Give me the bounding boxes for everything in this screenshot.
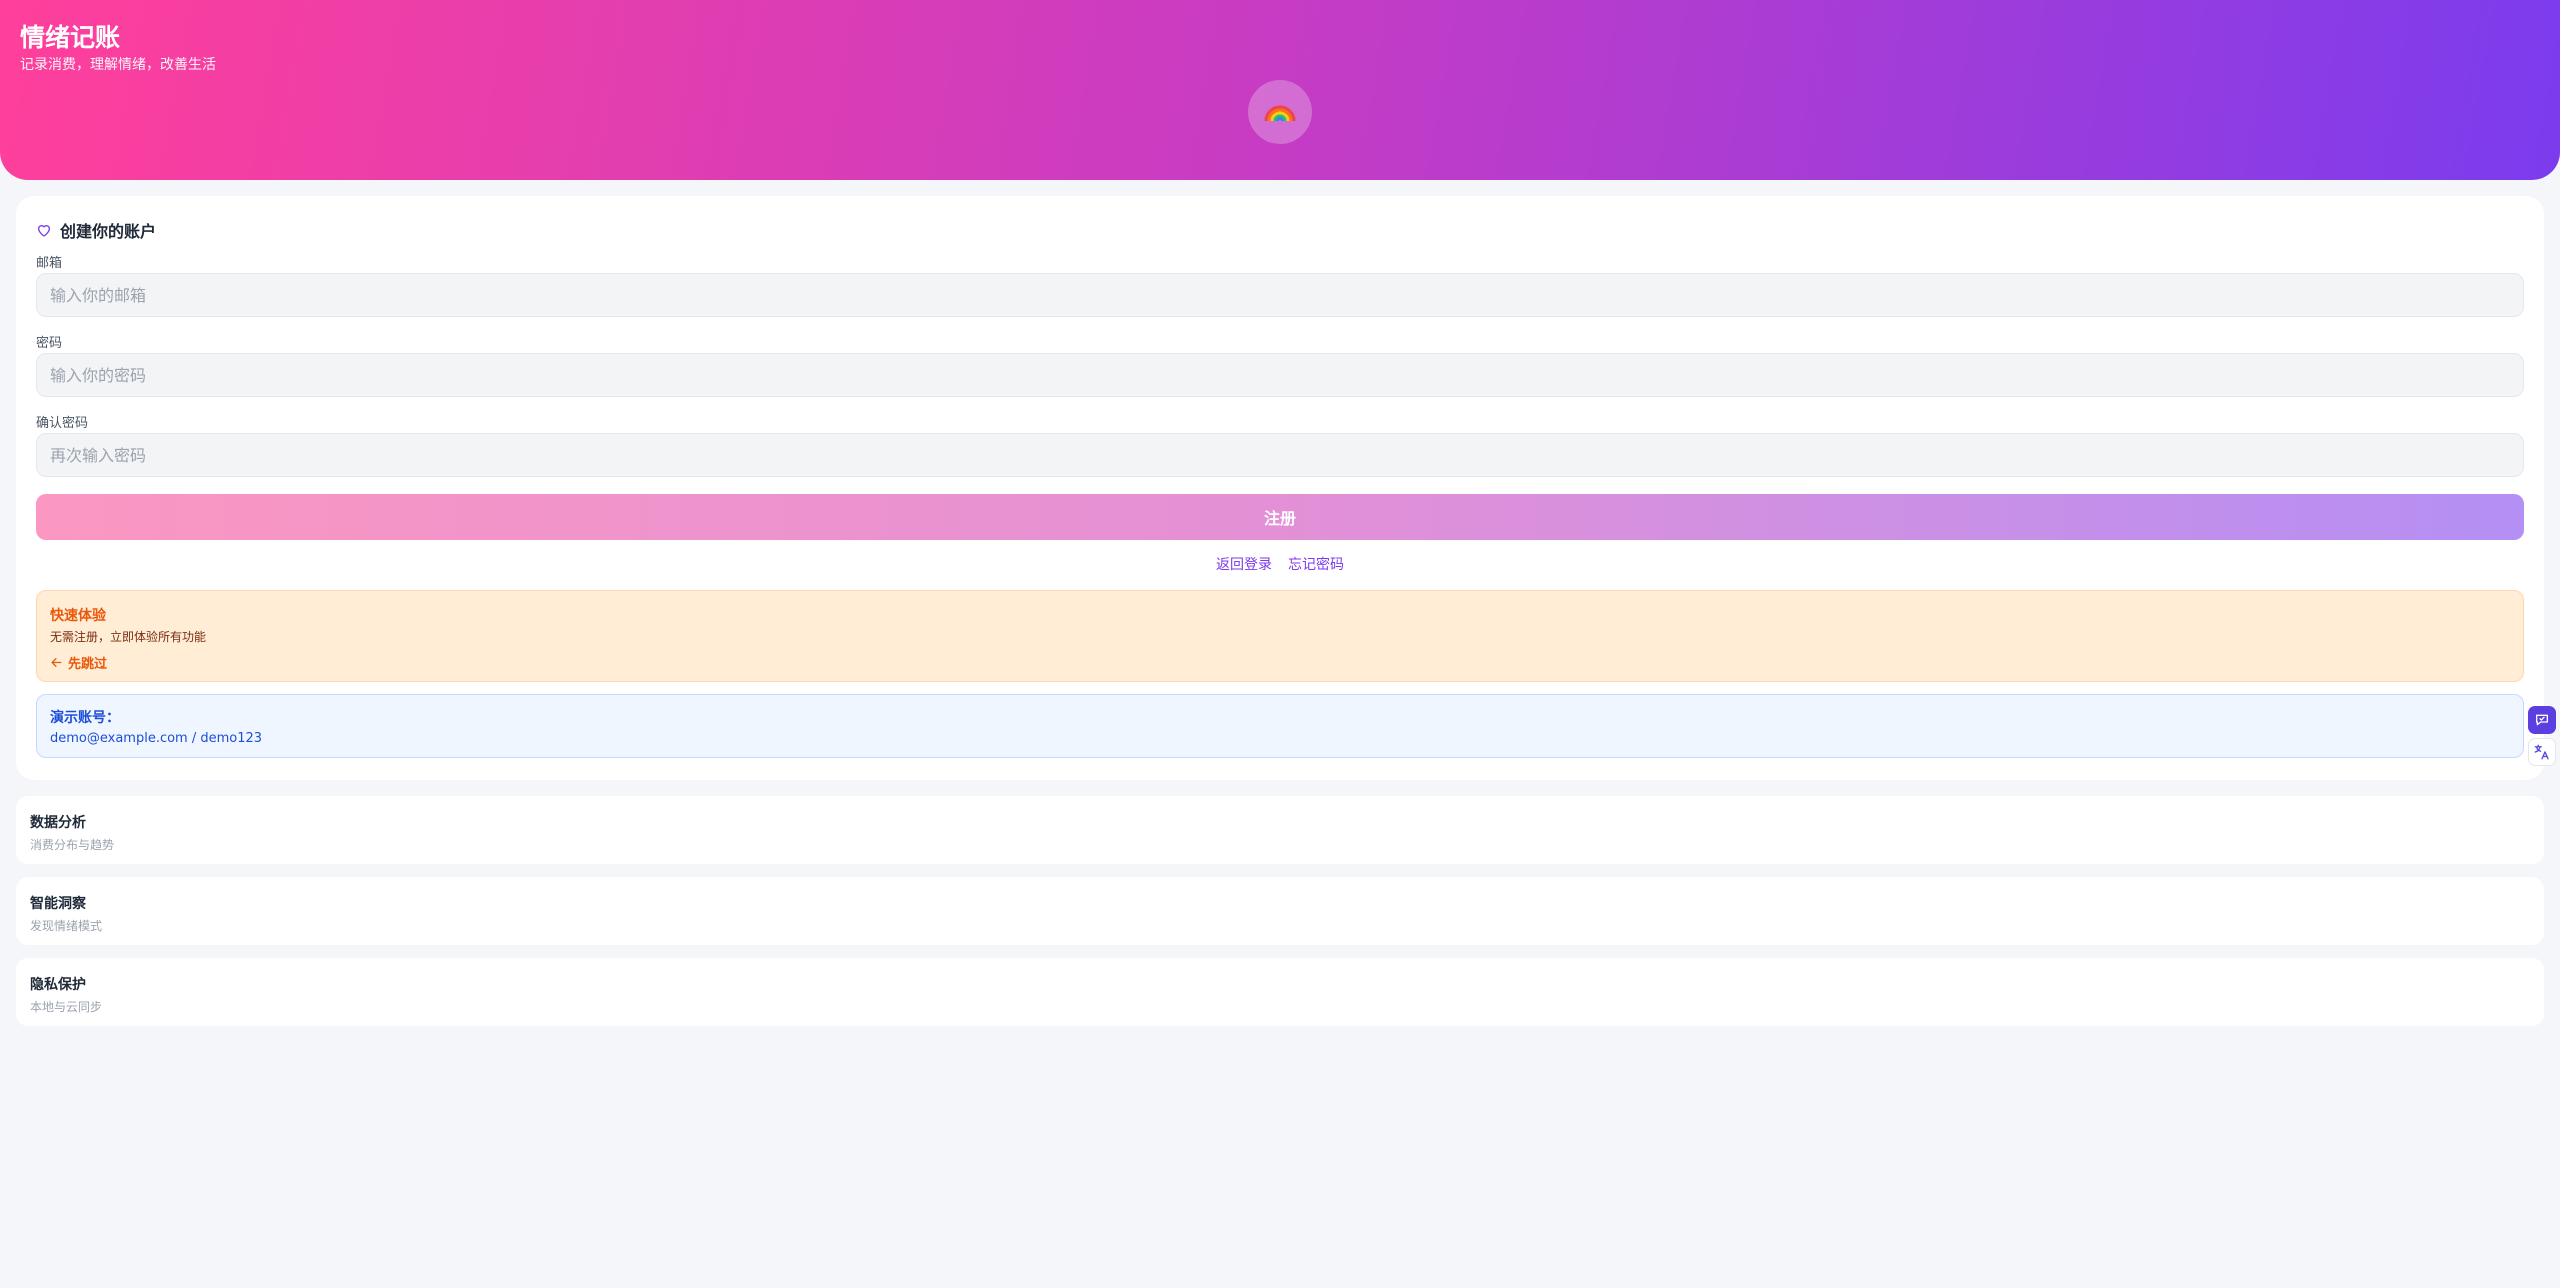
back-to-login-link[interactable]: 返回登录	[1216, 554, 1272, 574]
translate-icon	[2534, 744, 2549, 760]
feature-desc: 发现情绪模式	[30, 919, 103, 933]
demo-account-box: 演示账号： demo@example.com / demo123	[36, 694, 2524, 758]
email-field[interactable]	[36, 273, 2524, 317]
confirm-password-field[interactable]	[36, 433, 2524, 477]
translate-float-button[interactable]	[2528, 738, 2556, 766]
quick-experience-title: 快速体验	[50, 608, 106, 624]
quick-experience-desc: 无需注册，立即体验所有功能	[50, 630, 207, 644]
app-title: 情绪记账	[20, 23, 121, 52]
password-field[interactable]	[36, 353, 2524, 397]
feature-card-privacy: 隐私保护 本地与云同步	[16, 958, 2544, 1026]
feature-desc: 消费分布与趋势	[30, 838, 115, 852]
arrow-left-icon	[51, 658, 62, 667]
confirm-password-label: 确认密码	[36, 416, 89, 431]
feature-title: 隐私保护	[30, 977, 86, 993]
feature-title: 数据分析	[30, 815, 86, 831]
forgot-password-link[interactable]: 忘记密码	[1288, 554, 1344, 574]
feature-card-insights: 智能洞察 发现情绪模式	[16, 877, 2544, 945]
chat-icon	[2536, 714, 2548, 726]
app-subtitle: 记录消费，理解情绪，改善生活	[20, 57, 216, 73]
demo-account-title: 演示账号：	[50, 710, 120, 726]
heart-icon	[38, 225, 50, 237]
skip-label: 先跳过	[68, 657, 108, 672]
card-title: 创建你的账户	[36, 218, 156, 242]
email-label: 邮箱	[36, 256, 63, 271]
feature-desc: 本地与云同步	[30, 1000, 103, 1014]
card-title-text: 创建你的账户	[60, 222, 157, 241]
skip-button[interactable]: 先跳过	[50, 653, 107, 672]
logo	[1248, 80, 1312, 144]
password-label: 密码	[36, 336, 63, 351]
header-banner: 情绪记账 记录消费，理解情绪，改善生活	[0, 0, 2560, 180]
feature-title: 智能洞察	[30, 896, 86, 912]
register-button[interactable]: 注册	[36, 494, 2524, 540]
auth-links: 返回登录 忘记密码	[16, 554, 2544, 574]
feature-card-analytics: 数据分析 消费分布与趋势	[16, 796, 2544, 864]
chat-float-button[interactable]	[2528, 706, 2556, 734]
register-card: 创建你的账户 邮箱 密码 确认密码 注册 返回登录 忘记密码 快速体验 无需注册…	[16, 196, 2544, 780]
demo-account-credentials: demo@example.com / demo123	[50, 731, 263, 746]
rainbow-icon	[1264, 105, 1296, 122]
quick-experience-box: 快速体验 无需注册，立即体验所有功能 先跳过	[36, 590, 2524, 682]
